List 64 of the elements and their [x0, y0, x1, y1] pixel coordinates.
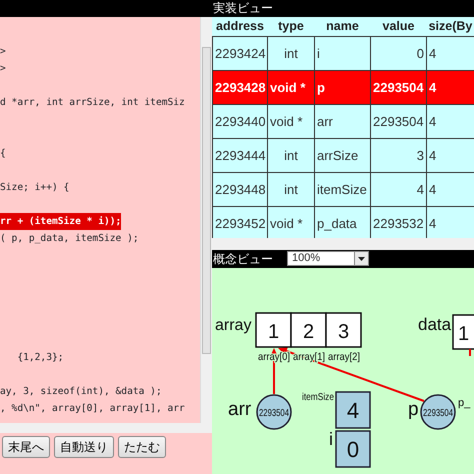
index-label: array[2] [328, 351, 364, 363]
cell-value: 1 [268, 321, 280, 343]
code-line: ( p, p_data, itemSize ); [0, 232, 139, 246]
code-line: > [0, 62, 6, 76]
table-cell: 2293448 [212, 172, 268, 206]
pointer-node [256, 394, 292, 430]
caret-icon [358, 256, 365, 260]
code-line: { [0, 147, 6, 161]
table-cell: 4 [370, 172, 426, 206]
toolbar-button[interactable]: 自動送り [54, 436, 114, 458]
code-line: {1,2,3}; [16, 351, 64, 365]
zoom-dropdown[interactable]: 100% [287, 251, 369, 266]
table-cell: arr [314, 104, 370, 138]
box-value: 4 [346, 398, 360, 423]
code-line: , %d\n", array[0], array[1], arr [0, 402, 185, 416]
code-line: Size; i++) { [0, 181, 70, 195]
array-label: array [215, 317, 252, 334]
variable-label: itemSize [302, 392, 340, 403]
variable-label: arr [228, 399, 252, 420]
table-cell: p [314, 70, 370, 104]
table-cell: 2293440 [212, 104, 268, 138]
column-header: address [212, 17, 268, 36]
table-cell: 2293504 [370, 70, 426, 104]
table-cell: int [268, 172, 314, 206]
panel-title: 概念ビュー [213, 251, 273, 268]
table-cell: 4 [426, 36, 474, 70]
toolbar-button[interactable]: 末尾へ [2, 436, 50, 458]
pointer-value: 2293504 [259, 408, 298, 419]
column-header: value [370, 17, 426, 36]
pointer-node [420, 394, 456, 430]
table-cell: i [314, 36, 370, 70]
table-cell: 4 [426, 70, 474, 104]
variable-label: p_ [458, 397, 470, 409]
table-cell: 2293424 [212, 36, 268, 70]
cell-value: 1 [458, 323, 470, 345]
table-cell: 2293428 [212, 70, 268, 104]
table-cell: 3 [370, 138, 426, 172]
table-cell: itemSize [314, 172, 370, 206]
panel-title: 実装ビュー [213, 1, 273, 15]
column-header: size(By [426, 17, 474, 36]
pointer-value: 2293504 [423, 408, 462, 419]
cell-value: 2 [302, 321, 314, 343]
table-cell: int [268, 138, 314, 172]
data-label: data [418, 315, 452, 334]
table-cell: void * [268, 104, 314, 138]
code-line: > [0, 45, 6, 59]
vertical-scrollbar[interactable] [200, 17, 212, 423]
table-cell: 2293504 [370, 104, 426, 138]
variable-label: i [329, 429, 333, 449]
column-header: type [268, 17, 314, 36]
table-cell: 0 [370, 36, 426, 70]
horizontal-scrollbar[interactable] [0, 423, 212, 433]
horizontal-scrollbar[interactable] [212, 238, 474, 250]
table-cell: 2293444 [212, 138, 268, 172]
code-line: ay, 3, sizeof(int), &data ); [0, 385, 162, 399]
table-cell: void * [268, 70, 314, 104]
code-line: d *arr, int arrSize, int itemSiz [0, 96, 185, 110]
toolbar-button[interactable]: たたむ [118, 436, 166, 458]
table-cell: arrSize [314, 138, 370, 172]
box-value: 0 [346, 437, 360, 462]
table-cell: int [268, 36, 314, 70]
variable-label: p [408, 399, 419, 420]
cell-value: 3 [338, 321, 350, 343]
column-header: name [314, 17, 370, 36]
